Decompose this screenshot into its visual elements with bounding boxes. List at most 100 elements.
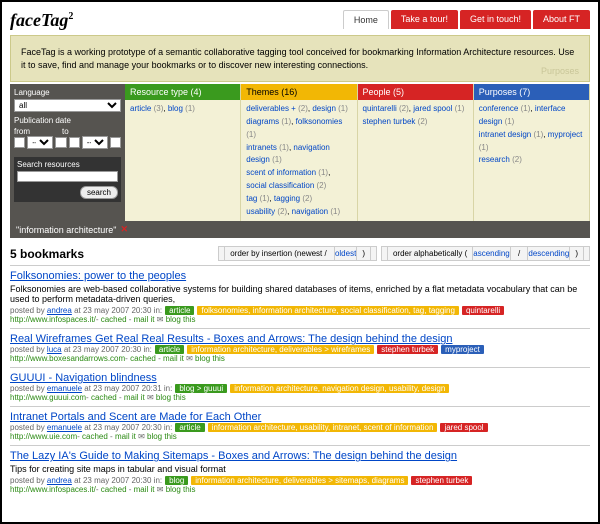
envelope-icon: ✉ [157,315,164,324]
facet-link[interactable]: usability [246,207,275,216]
facet-link[interactable]: intranets [246,143,277,152]
facet-link[interactable]: scent of information [246,168,316,177]
bookmark-url[interactable]: http://www.infospaces.it/ [10,315,96,324]
mailit-link[interactable]: mail it [115,432,136,441]
blogthis-link[interactable]: blog this [166,315,196,324]
facets: Resource type (4)article (3), blog (1)Th… [125,84,590,221]
blogthis-link[interactable]: blog this [195,354,225,363]
tag-chip[interactable]: quintarelli [462,306,504,315]
bookmark-title-link[interactable]: Real Wireframes Get Real Real Results - … [10,333,452,345]
facet-link[interactable]: myproject [548,130,583,139]
facet-link[interactable]: navigation [292,207,328,216]
mailit-link[interactable]: mail it [134,315,155,324]
main-nav: HomeTake a tour!Get in touch!About FT [343,10,590,29]
cached-link[interactable]: cached [82,432,108,441]
bookmark-url[interactable]: http://www.infospaces.it/ [10,485,96,494]
poster-link[interactable]: emanuele [47,384,82,393]
tag-chip[interactable]: article [155,345,184,354]
tag-chip[interactable]: article [165,306,194,315]
facet-header[interactable]: People (5) [358,84,473,100]
results-heading: 5 bookmarks [10,247,84,261]
tag-chip[interactable]: stephen turbek [411,476,472,485]
nav-takeatour[interactable]: Take a tour! [391,10,458,29]
bookmark-url[interactable]: http://www.guuui.com [10,393,86,402]
poster-link[interactable]: andrea [47,306,72,315]
facet-header[interactable]: Resource type (4) [125,84,240,100]
facet-link[interactable]: article [130,104,151,113]
mailit-link[interactable]: mail it [134,485,155,494]
poster-link[interactable]: emanuele [47,423,82,432]
bookmark-item: Folksonomies: power to the peoples Folkso… [10,265,590,328]
facet-link[interactable]: quintarelli [363,104,397,113]
tag-chip[interactable]: folksonomies, information architecture, … [197,306,458,315]
tag-chip[interactable]: information architecture, deliverables >… [191,476,408,485]
blogthis-link[interactable]: blog this [166,485,196,494]
facet-link[interactable]: diagrams [246,117,279,126]
facet-link[interactable]: blog [168,104,183,113]
order-alpha[interactable]: order alphabetically (ascending / descen… [381,246,590,261]
tag-chip[interactable]: myproject [441,345,484,354]
tag-chip[interactable]: information architecture, navigation des… [230,384,449,393]
date-from-day[interactable] [14,137,25,148]
tag-chip[interactable]: stephen turbek [377,345,438,354]
tag-chip[interactable]: jared spool [440,423,487,432]
bookmark-item: GUUUI - Navigation blindnessposted by em… [10,367,590,406]
mailit-link[interactable]: mail it [163,354,184,363]
blogthis-link[interactable]: blog this [147,432,177,441]
date-to-month[interactable]: --- [82,136,108,149]
order-insertion[interactable]: order by insertion (newest / oldest) [218,246,377,261]
cached-link[interactable]: cached [130,354,156,363]
date-from-month[interactable]: --- [27,136,53,149]
bookmark-title-link[interactable]: Intranet Portals and Scent are Made for … [10,411,261,423]
language-select[interactable]: all [14,99,121,112]
facet-link[interactable]: conference [479,104,519,113]
poster-link[interactable]: luca [47,345,62,354]
language-label: Language [14,88,121,97]
poster-link[interactable]: andrea [47,476,72,485]
date-from-year[interactable] [55,137,66,148]
facet-link[interactable]: design [312,104,336,113]
bookmark-url[interactable]: http://www.boxesandarrows.com [10,354,125,363]
tag-chip[interactable]: blog [165,476,188,485]
facet-link[interactable]: tag [246,194,257,203]
nav-getintouch[interactable]: Get in touch! [460,10,531,29]
facet-link[interactable]: jared spool [413,104,452,113]
facet-header[interactable]: Purposes (7) [474,84,589,100]
facet-link[interactable]: research [479,155,510,164]
from-label: from [14,127,30,136]
facet-link[interactable]: stephen turbek [363,117,416,126]
cached-link[interactable]: cached [91,393,117,402]
facet-link[interactable]: social classification [246,181,314,190]
bookmark-title-link[interactable]: Folksonomies: power to the peoples [10,270,186,282]
search-button[interactable]: search [80,186,118,199]
to-label: to [62,127,69,136]
bookmark-url[interactable]: http://www.uie.com [10,432,77,441]
tag-chip[interactable]: blog > guuui [175,384,227,393]
mailit-link[interactable]: mail it [124,393,145,402]
cached-link[interactable]: cached [101,315,127,324]
facet-link[interactable]: tagging [274,194,300,203]
facet-link[interactable]: intranet design [479,130,531,139]
tag-chip[interactable]: article [175,423,204,432]
nav-aboutft[interactable]: About FT [533,10,590,29]
remove-filter-icon[interactable]: ✕ [120,224,128,235]
bookmark-item: Intranet Portals and Scent are Made for … [10,406,590,445]
nav-home[interactable]: Home [343,10,389,29]
bookmark-title-link[interactable]: GUUUI - Navigation blindness [10,372,157,384]
facet-link[interactable]: deliverables + [246,104,296,113]
blogthis-link[interactable]: blog this [156,393,186,402]
search-input[interactable] [17,171,118,182]
facet-link[interactable]: folksonomies [296,117,343,126]
date-to-year[interactable] [110,137,121,148]
filter-chip[interactable]: "information architecture" [16,225,116,235]
bookmark-title-link[interactable]: The Lazy IA's Guide to Making Sitemaps -… [10,450,457,462]
pubdate-label: Publication date [14,116,121,125]
active-filter-bar: "information architecture" ✕ [10,221,590,238]
search-label: Search resources [17,160,118,169]
tag-chip[interactable]: information architecture, deliverables >… [187,345,374,354]
bookmark-desc: Folksonomies are web-based collaborative… [10,284,590,304]
facet-header[interactable]: Themes (16) [241,84,356,100]
date-to-day[interactable] [69,137,80,148]
cached-link[interactable]: cached [101,485,127,494]
tag-chip[interactable]: information architecture, usability, int… [208,423,438,432]
